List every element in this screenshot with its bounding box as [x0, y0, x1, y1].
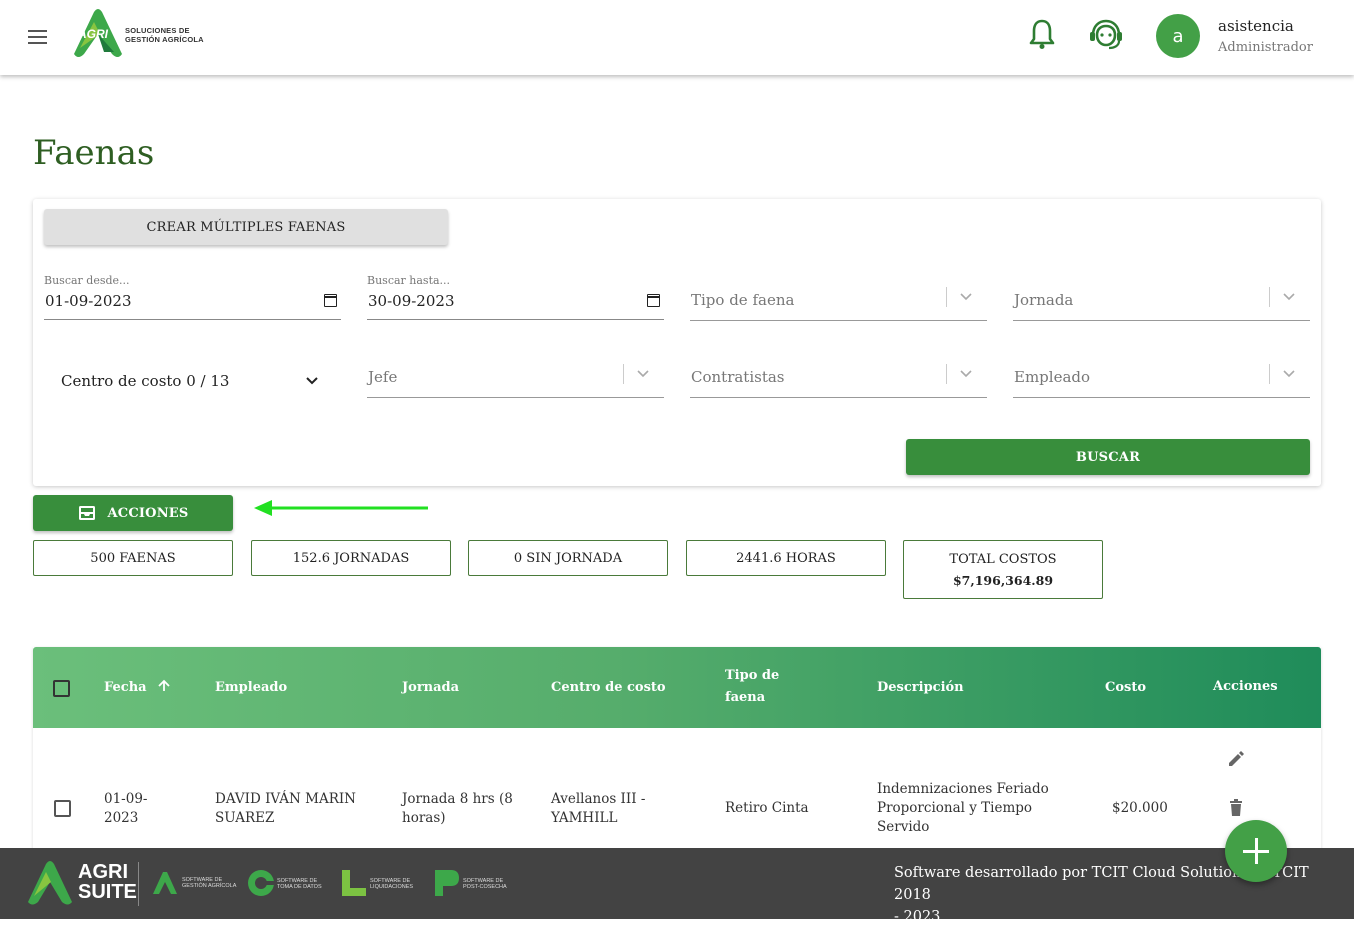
top-app-bar: AGRI SOLUCIONES DE GESTIÓN AGRÍCOLA a as… [0, 0, 1354, 75]
col-tipo-faena[interactable]: Tipo de faena [725, 665, 779, 709]
col-empleado[interactable]: Empleado [215, 677, 287, 699]
col-jornada[interactable]: Jornada [402, 677, 459, 699]
arrow-annotation-icon [254, 500, 428, 516]
chevron-down-icon[interactable] [1282, 366, 1296, 380]
actions-button[interactable]: ACCIONES [33, 495, 233, 531]
logo-mark-text: AGRI [78, 27, 108, 41]
row-checkbox[interactable] [54, 800, 71, 817]
chevron-down-icon[interactable] [959, 366, 973, 380]
footer-product-pakit[interactable]: SOFTWARE DE POST-COSECHA [433, 868, 507, 902]
contratistas-placeholder: Contratistas [691, 368, 785, 386]
select-separator [1269, 364, 1270, 384]
select-separator [623, 364, 624, 384]
select-all-checkbox[interactable] [53, 680, 70, 697]
calendar-icon[interactable] [647, 294, 660, 307]
delete-icon[interactable] [1229, 799, 1243, 817]
agri-suite-logo-icon [28, 861, 72, 905]
contratistas-select[interactable]: Contratistas [690, 358, 987, 398]
chevron-down-icon[interactable] [636, 366, 650, 380]
jornada-placeholder: Jornada [1014, 291, 1074, 309]
cell-descripcion: Indemnizaciones Feriado Proporcional y T… [877, 781, 1049, 835]
footer-brand: AGRI SUITE [78, 861, 137, 903]
tipo-faena-placeholder: Tipo de faena [691, 291, 795, 309]
likit-product-icon [342, 870, 366, 896]
jornada-select[interactable]: Jornada [1013, 281, 1310, 321]
actions-label: ACCIONES [107, 505, 189, 521]
total-costos-value: $7,196,364.89 [952, 572, 1054, 588]
footer-divider [138, 862, 139, 906]
agri-product-icon [153, 872, 177, 894]
col-descripcion[interactable]: Descripción [877, 677, 964, 699]
jefe-placeholder: Jefe [368, 368, 398, 386]
user-role: Administrador [1218, 40, 1313, 55]
user-name[interactable]: asistencia [1218, 17, 1294, 35]
cell-centro-costo: Avellanos III - YAMHILL [551, 791, 646, 826]
givant-product-icon [248, 870, 275, 896]
app-logo[interactable]: AGRI SOLUCIONES DE GESTIÓN AGRÍCOLA [70, 8, 210, 60]
support-agent-icon[interactable] [1088, 18, 1124, 50]
col-costo[interactable]: Costo [1105, 677, 1146, 699]
date-from-field[interactable]: Buscar desde... 01-09-2023 [44, 274, 341, 320]
date-to-label: Buscar hasta... [367, 274, 451, 287]
search-button[interactable]: BUSCAR [906, 439, 1310, 475]
stat-faenas: 500 FAENAS [33, 540, 233, 576]
pakit-product-icon [435, 870, 459, 896]
cell-costo: $20.000 [1112, 800, 1168, 816]
stat-horas: 2441.6 HORAS [686, 540, 886, 576]
date-from-label: Buscar desde... [44, 274, 130, 287]
date-to-field[interactable]: Buscar hasta... 30-09-2023 [367, 274, 664, 320]
chevron-down-icon[interactable] [959, 289, 973, 303]
empleado-select[interactable]: Empleado [1013, 358, 1310, 398]
date-from-value[interactable]: 01-09-2023 [45, 292, 131, 310]
bell-icon[interactable] [1028, 18, 1056, 50]
table-header: Fecha Empleado Jornada Centro de costo T… [33, 647, 1321, 728]
empleado-placeholder: Empleado [1014, 368, 1091, 386]
cell-jornada: Jornada 8 hrs (8 horas) [402, 791, 513, 826]
jefe-select[interactable]: Jefe [367, 358, 664, 398]
footer-product-likit[interactable]: SOFTWARE DE LIQUIDACIONES [340, 868, 413, 902]
calendar-icon[interactable] [324, 294, 337, 307]
date-to-value[interactable]: 30-09-2023 [368, 292, 454, 310]
cell-fecha: 01-09- 2023 [104, 791, 148, 826]
chevron-down-icon[interactable] [304, 374, 320, 388]
stat-jornadas: 152.6 JORNADAS [251, 540, 451, 576]
page-title: Faenas [33, 133, 155, 173]
total-costos-label: TOTAL COSTOS [949, 551, 1057, 567]
add-faena-fab-button[interactable] [1225, 820, 1287, 882]
inbox-icon [78, 506, 95, 520]
edit-icon[interactable] [1227, 750, 1245, 768]
select-separator [946, 364, 947, 384]
user-avatar[interactable]: a [1156, 14, 1200, 58]
chevron-down-icon[interactable] [1282, 289, 1296, 303]
select-separator [946, 287, 947, 307]
logo-text: SOLUCIONES DE GESTIÓN AGRÍCOLA [125, 26, 204, 44]
sort-arrow-up-icon[interactable] [157, 679, 171, 693]
tipo-faena-select[interactable]: Tipo de faena [690, 281, 987, 321]
stat-sin-jornada: 0 SIN JORNADA [468, 540, 668, 576]
col-centro-costo[interactable]: Centro de costo [551, 677, 666, 699]
stat-total-costos: TOTAL COSTOS $7,196,364.89 [903, 540, 1103, 599]
footer-product-agri[interactable]: SOFTWARE DE GESTIÓN AGRÍCOLA [152, 870, 236, 900]
cell-tipo-faena: Retiro Cinta [725, 800, 809, 816]
col-acciones: Acciones [1213, 679, 1278, 694]
select-separator [1269, 287, 1270, 307]
footer-product-givant[interactable]: SOFTWARE DE TOMA DE DATOS [247, 868, 322, 902]
create-multiple-faenas-button[interactable]: CREAR MÚLTIPLES FAENAS [44, 209, 448, 245]
centro-costo-select[interactable]: Centro de costo 0 / 13 [61, 372, 229, 390]
cell-empleado: DAVID IVÁN MARIN SUAREZ [215, 791, 356, 826]
col-fecha[interactable]: Fecha [104, 677, 171, 699]
menu-icon[interactable] [28, 30, 47, 44]
